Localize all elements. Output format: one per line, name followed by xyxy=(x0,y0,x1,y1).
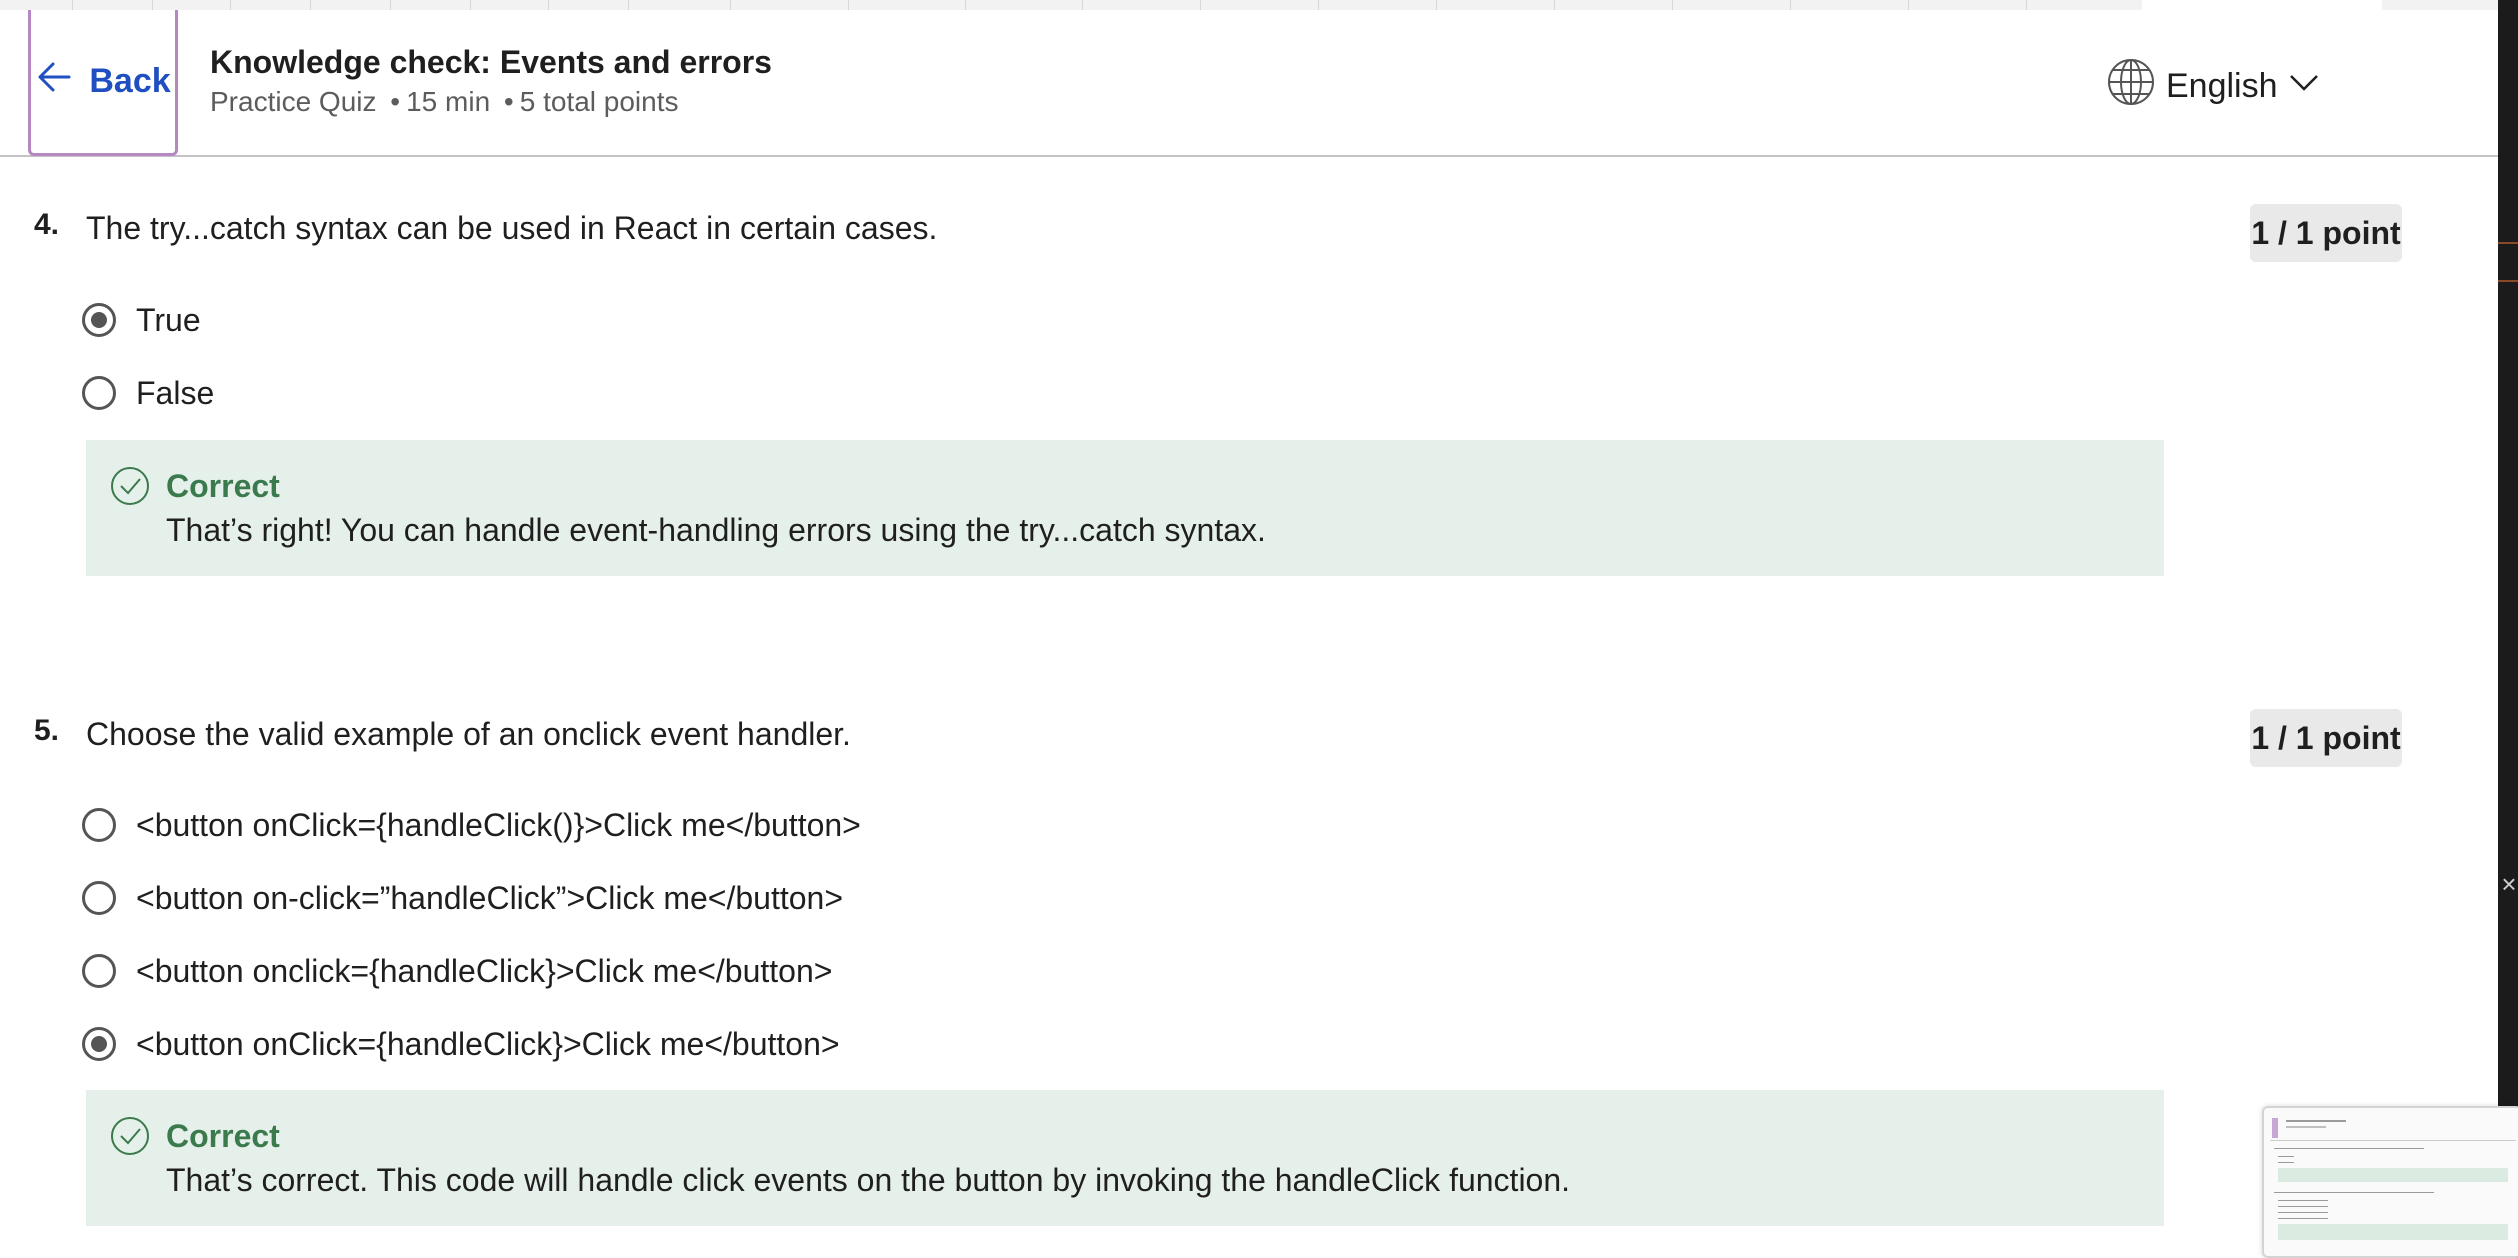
edge-marker xyxy=(2498,242,2518,244)
option-3[interactable]: <button onclick={handleClick}>Click me</… xyxy=(82,948,832,994)
check-circle-icon xyxy=(110,466,150,506)
option-true[interactable]: True xyxy=(82,297,201,343)
preview-line xyxy=(2286,1120,2346,1122)
radio-button[interactable] xyxy=(82,954,116,988)
tab-divider xyxy=(1672,0,1673,10)
separator: • xyxy=(503,86,514,117)
tab-divider xyxy=(1554,0,1555,10)
radio-button-selected[interactable] xyxy=(82,303,116,337)
active-browser-tab[interactable] xyxy=(2142,0,2382,10)
tab-divider xyxy=(230,0,231,10)
preview-line xyxy=(2278,1200,2328,1201)
feedback-message: That’s right! You can handle event-handl… xyxy=(166,512,1266,548)
option-label: <button onClick={handleClick}>Click me</… xyxy=(136,1025,840,1062)
tab-divider xyxy=(548,0,549,10)
preview-line xyxy=(2278,1162,2294,1163)
tab-divider xyxy=(1790,0,1791,10)
preview-line xyxy=(2274,1192,2434,1193)
feedback-status: Correct xyxy=(166,1118,280,1154)
question-number: 4. xyxy=(34,208,60,241)
points-badge: 1 / 1 point xyxy=(2250,204,2402,262)
radio-button[interactable] xyxy=(82,376,116,410)
check-circle-icon xyxy=(110,1116,150,1156)
quiz-type: Practice Quiz xyxy=(210,86,377,117)
preview-feedback xyxy=(2278,1168,2508,1182)
tab-divider xyxy=(1200,0,1201,10)
page-preview-thumbnail[interactable] xyxy=(2262,1106,2518,1258)
question-text: The try...catch syntax can be used in Re… xyxy=(86,210,938,246)
tab-divider xyxy=(1082,0,1083,10)
option-2[interactable]: <button on-click=”handleClick”>Click me<… xyxy=(82,875,843,921)
tab-divider xyxy=(730,0,731,10)
tab-divider xyxy=(470,0,471,10)
separator: • xyxy=(390,86,401,117)
feedback-status: Correct xyxy=(166,468,280,504)
points-badge: 1 / 1 point xyxy=(2250,709,2402,767)
preview-line xyxy=(2278,1212,2328,1213)
globe-icon xyxy=(2106,57,2156,116)
tab-divider xyxy=(628,0,629,10)
side-panel-edge xyxy=(2498,0,2518,1258)
tab-divider xyxy=(1318,0,1319,10)
option-label: <button on-click=”handleClick”>Click me<… xyxy=(136,879,844,916)
preview-line xyxy=(2278,1206,2328,1207)
tab-divider xyxy=(2026,0,2027,10)
tab-divider xyxy=(390,0,391,10)
quiz-duration: 15 min xyxy=(406,86,491,117)
preview-back xyxy=(2272,1118,2278,1138)
tab-divider xyxy=(1436,0,1437,10)
tab-divider xyxy=(848,0,849,10)
arrow-left-icon xyxy=(35,57,75,106)
preview-line xyxy=(2278,1218,2328,1219)
preview-line xyxy=(2270,1140,2516,1141)
question-number: 5. xyxy=(34,714,60,747)
tab-divider xyxy=(965,0,966,10)
tab-divider xyxy=(1908,0,1909,10)
preview-line xyxy=(2278,1156,2294,1157)
option-label: <button onclick={handleClick}>Click me</… xyxy=(136,952,833,989)
radio-button[interactable] xyxy=(82,808,116,842)
tab-divider xyxy=(152,0,153,10)
edge-marker xyxy=(2498,280,2518,282)
quiz-title: Knowledge check: Events and errors xyxy=(210,44,772,80)
quiz-header: Back Knowledge check: Events and errors … xyxy=(0,10,2498,157)
tab-divider xyxy=(310,0,311,10)
feedback-correct: Correct That’s correct. This code will h… xyxy=(86,1090,2164,1226)
back-label: Back xyxy=(89,62,171,100)
feedback-message: That’s correct. This code will handle cl… xyxy=(166,1162,1571,1198)
chevron-down-icon xyxy=(2288,66,2320,107)
feedback-correct: Correct That’s right! You can handle eve… xyxy=(86,440,2164,576)
preview-feedback xyxy=(2278,1224,2508,1240)
tab-divider xyxy=(72,0,73,10)
option-label: False xyxy=(136,374,215,411)
option-label: True xyxy=(136,301,201,338)
close-icon[interactable]: × xyxy=(2500,868,2518,900)
option-false[interactable]: False xyxy=(82,370,214,416)
quiz-total-points: 5 total points xyxy=(519,86,679,117)
question-text: Choose the valid example of an onclick e… xyxy=(86,716,851,752)
language-selector[interactable]: English xyxy=(2106,58,2320,114)
radio-button[interactable] xyxy=(82,881,116,915)
preview-line xyxy=(2286,1126,2326,1128)
quiz-subtitle: Practice Quiz • 15 min • 5 total points xyxy=(210,86,679,118)
language-label: English xyxy=(2166,66,2278,105)
option-label: <button onClick={handleClick()}>Click me… xyxy=(136,806,861,843)
preview-line xyxy=(2274,1148,2424,1149)
option-1[interactable]: <button onClick={handleClick()}>Click me… xyxy=(82,802,861,848)
back-button[interactable]: Back xyxy=(28,10,178,156)
radio-button-selected[interactable] xyxy=(82,1027,116,1061)
option-4[interactable]: <button onClick={handleClick}>Click me</… xyxy=(82,1021,840,1067)
